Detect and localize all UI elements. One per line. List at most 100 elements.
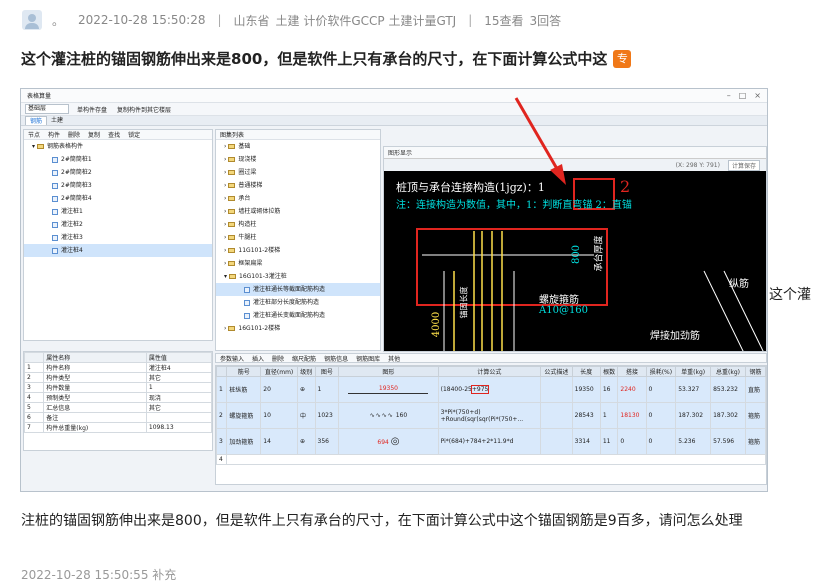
username[interactable]: 。 [52, 12, 64, 29]
gallery-item[interactable]: › 基础 [216, 140, 380, 153]
tree-item[interactable]: 灌注桩1 [24, 205, 212, 218]
gallery-item[interactable]: › 11G101-2楼梯 [216, 244, 380, 257]
prop-value[interactable]: 灌注桩4 [145, 362, 212, 373]
find-button[interactable]: 查找 [108, 130, 120, 139]
insert-button[interactable]: 插入 [252, 354, 264, 363]
rebar-kind[interactable]: 直筋 [744, 376, 766, 403]
rebar-name[interactable]: 螺旋箍筋 [226, 402, 262, 429]
other-menu[interactable]: 其他 [388, 354, 400, 363]
empty-cell[interactable] [226, 454, 766, 465]
close-icon[interactable]: × [754, 91, 761, 100]
tab-civil[interactable]: 土建 [47, 116, 67, 125]
rebar-length[interactable]: 28543 [571, 402, 601, 429]
rebar-length[interactable]: 19350 [571, 376, 601, 403]
rebar-kind[interactable]: 箍筋 [744, 402, 766, 429]
rebar-kind[interactable]: 箍筋 [744, 428, 766, 455]
folder-icon [228, 144, 236, 149]
node-button[interactable]: 节点 [28, 130, 40, 139]
table-row[interactable]: 4 [216, 454, 766, 465]
lap-length[interactable]: 18130 [617, 402, 647, 429]
copy-to-floor-button[interactable]: 复制构件到其它楼层 [117, 105, 171, 114]
rebar-diameter[interactable]: 20 [260, 376, 298, 403]
properties-panel: 属性名称 属性值 1 构件名称 灌注桩4 2 构件类型 其它 3 构件数量 1 4 预制类型 现浇… [23, 351, 213, 451]
prop-value[interactable]: 1 [145, 382, 212, 393]
rebar-name[interactable]: 桩纵筋 [226, 376, 262, 403]
gallery-subitem-selected[interactable]: 灌注桩通长等截面配筋构造 [216, 283, 380, 296]
rebar-shape[interactable]: 694 ◎ [338, 428, 439, 455]
tags[interactable]: 土建 计价软件GCCP 土建计量GTJ [276, 12, 457, 29]
rebar-name[interactable]: 加劲箍筋 [226, 428, 262, 455]
component-button[interactable]: 构件 [48, 130, 60, 139]
calc-save-button[interactable]: 计算保存 [727, 159, 760, 171]
tree-item[interactable]: 2#筒筒桩2 [24, 166, 212, 179]
floor-select[interactable]: 基础层 [25, 104, 69, 114]
rebar-shape[interactable]: 19350 [338, 376, 439, 403]
rebar-shape[interactable]: ∿∿∿∿ 160 [338, 402, 439, 429]
param-input-button[interactable]: 参数输入 [220, 354, 244, 363]
rebar-library-button[interactable]: 钢筋图库 [356, 354, 380, 363]
tree-item-selected[interactable]: 灌注桩4 [24, 244, 212, 257]
prop-name: 构件总重量(kg) [43, 422, 147, 433]
gallery-item[interactable]: › 承台 [216, 192, 380, 205]
delete-button[interactable]: 删除 [68, 130, 80, 139]
copy-button[interactable]: 复制 [88, 130, 100, 139]
figure-number[interactable]: 1023 [314, 402, 340, 429]
gallery-item[interactable]: › 框架扁梁 [216, 257, 380, 270]
rebar-count[interactable]: 11 [599, 428, 619, 455]
delete-row-button[interactable]: 删除 [272, 354, 284, 363]
tree-item[interactable]: 灌注桩2 [24, 218, 212, 231]
gallery-subitem[interactable]: 灌注桩通长变截面配筋构造 [216, 309, 380, 322]
rebar-length[interactable]: 3314 [571, 428, 601, 455]
tree-item[interactable]: 2#筒筒桩4 [24, 192, 212, 205]
gallery-item[interactable]: › 构造柱 [216, 218, 380, 231]
gallery-item[interactable]: ▾ 16G101-3灌注桩 [216, 270, 380, 283]
gallery-item[interactable]: › 现浇楼 [216, 153, 380, 166]
lap-length[interactable]: 2240 [617, 376, 647, 403]
prop-value[interactable]: 现浇 [145, 392, 212, 403]
calc-formula[interactable]: (18400-25+975 [437, 376, 542, 403]
rebar-count[interactable]: 16 [599, 376, 619, 403]
gallery-item[interactable]: › 16G101-2楼梯 [216, 322, 380, 335]
figure-number[interactable]: 356 [314, 428, 340, 455]
tree-root[interactable]: ▾ 钢筋表格构件 [24, 140, 212, 153]
gallery-subitem[interactable]: 灌注桩部分长度配筋构造 [216, 296, 380, 309]
table-row[interactable]: 1 桩纵筋 20 ⊕ 1 19350 (18400-25+975 19350 1… [216, 376, 766, 403]
table-row[interactable]: 3 加劲箍筋 14 ⊕ 356 694 ◎ Pi*(684)+784+2*11.… [216, 428, 766, 455]
rebar-grade[interactable]: ⊕ [296, 376, 316, 403]
figure-number[interactable]: 1 [314, 376, 340, 403]
gallery-item[interactable]: › 墙柱或砌体拉筋 [216, 205, 380, 218]
tree-item[interactable]: 2#筒筒桩3 [24, 179, 212, 192]
calc-formula[interactable]: 3*Pi*(750+d) +Round(sqr(sqr(Pi*(750+... [437, 402, 542, 429]
rebar-grade[interactable]: ⊕ [296, 428, 316, 455]
gallery-item[interactable]: › 牛腿柱 [216, 231, 380, 244]
prop-value[interactable]: 1098.13 [145, 422, 212, 433]
rebar-count[interactable]: 1 [599, 402, 619, 429]
prop-value[interactable]: 其它 [145, 402, 212, 413]
rebar-diameter[interactable]: 14 [260, 428, 298, 455]
scale-rebar-button[interactable]: 缩尺配筋 [292, 354, 316, 363]
gallery-item[interactable]: › 普通楼梯 [216, 179, 380, 192]
formula-desc[interactable] [540, 376, 573, 403]
prop-value[interactable] [145, 412, 212, 423]
minimize-icon[interactable]: – [727, 91, 731, 100]
save-component-button[interactable]: 单构件存盘 [77, 105, 107, 114]
calc-formula[interactable]: Pi*(684)+784+2*11.9*d [437, 428, 542, 455]
rebar-grade[interactable]: 中 [296, 402, 316, 429]
tab-rebar[interactable]: 钢筋 [25, 116, 48, 125]
avatar[interactable] [22, 10, 42, 30]
table-row[interactable]: 2 螺旋箍筋 10 中 1023 ∿∿∿∿ 160 3*Pi*(750+d) +R… [216, 402, 766, 429]
maximize-icon[interactable]: □ [739, 91, 747, 100]
loss-percent[interactable]: 0 [645, 428, 677, 455]
gallery-item[interactable]: › 圈过梁 [216, 166, 380, 179]
rebar-info-button[interactable]: 钢筋信息 [324, 354, 348, 363]
prop-value[interactable]: 其它 [145, 372, 212, 383]
formula-desc[interactable] [540, 402, 573, 429]
tree-item[interactable]: 灌注桩3 [24, 231, 212, 244]
lap-length[interactable]: 0 [617, 428, 647, 455]
tree-item[interactable]: 2#筒筒桩1 [24, 153, 212, 166]
formula-desc[interactable] [540, 428, 573, 455]
loss-percent[interactable]: 0 [645, 376, 677, 403]
lock-button[interactable]: 锁定 [128, 130, 140, 139]
rebar-diameter[interactable]: 10 [260, 402, 298, 429]
loss-percent[interactable]: 0 [645, 402, 677, 429]
